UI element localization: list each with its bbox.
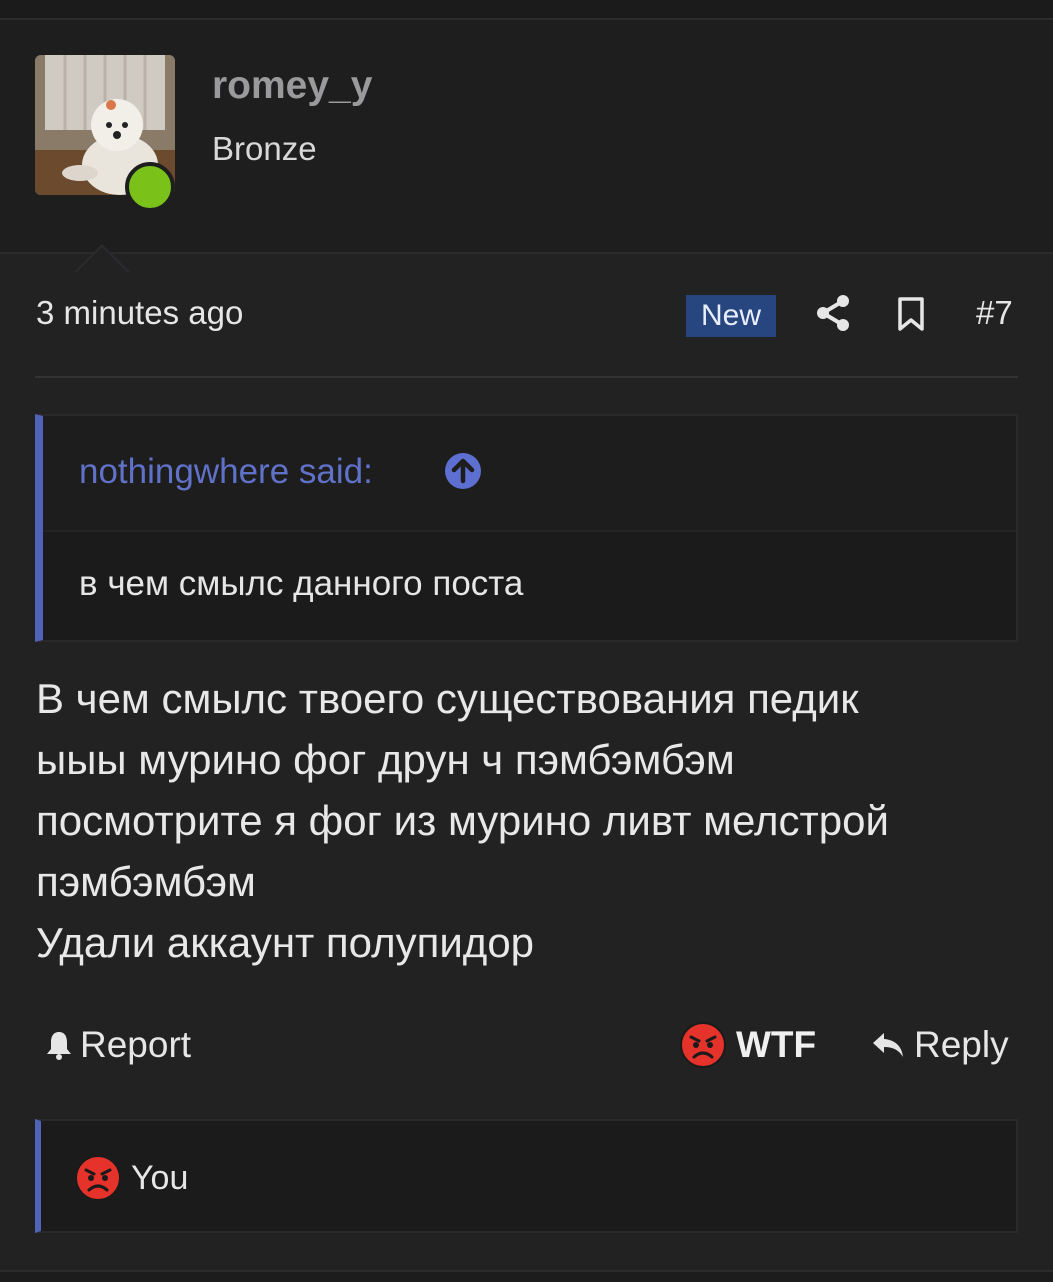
quote-header: nothingwhere said:: [43, 416, 1016, 532]
share-icon[interactable]: [815, 294, 851, 332]
post-message: В чем смылс твоего существования педик ы…: [36, 668, 1016, 973]
message-line: В чем смылс твоего существования педик: [36, 675, 859, 722]
angry-face-icon: [75, 1155, 121, 1201]
post-time[interactable]: 3 minutes ago: [36, 294, 243, 332]
wtf-label: WTF: [736, 1024, 817, 1065]
message-line: ыыы мурино фог друн ч пэмбэмбэм: [36, 736, 735, 783]
divider: [35, 376, 1018, 378]
quote-block: nothingwhere said: в чем смылс данного п…: [35, 414, 1018, 642]
message-line: пэмбэмбэм: [36, 858, 256, 905]
reply-button[interactable]: Reply: [870, 1024, 1009, 1066]
reaction-summary[interactable]: You: [75, 1155, 188, 1201]
post-number[interactable]: #7: [976, 294, 1013, 332]
bottom-divider: [0, 1270, 1053, 1282]
message-line: Удали аккаунт полупидор: [36, 919, 535, 966]
message-line: посмотрите я фог из мурино ливт мелстрой: [36, 797, 889, 844]
report-label: Report: [80, 1024, 192, 1065]
arrow-up-circle-icon[interactable]: [443, 451, 483, 491]
bell-icon: [47, 1032, 71, 1060]
reply-label: Reply: [914, 1024, 1009, 1065]
bookmark-icon[interactable]: [896, 296, 926, 332]
new-badge: New: [686, 295, 776, 337]
user-rank: Bronze: [212, 130, 317, 167]
username[interactable]: romey_y: [212, 64, 372, 108]
reactions-bar[interactable]: You: [35, 1119, 1018, 1233]
quote-author[interactable]: nothingwhere said:: [79, 452, 373, 492]
wtf-reaction-button[interactable]: WTF: [680, 1022, 816, 1068]
reply-arrow-icon: [873, 1033, 903, 1057]
reaction-user[interactable]: You: [131, 1159, 188, 1198]
quote-text: в чем смылс данного поста: [79, 564, 524, 603]
online-status-indicator: [125, 162, 175, 212]
angry-face-icon: [680, 1022, 726, 1068]
top-bar: [0, 0, 1053, 20]
report-button[interactable]: Report: [44, 1024, 191, 1066]
